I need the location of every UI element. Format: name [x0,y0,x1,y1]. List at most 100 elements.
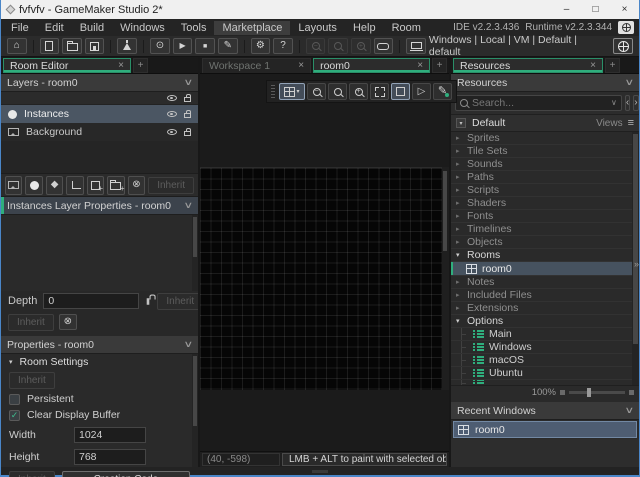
room-settings-row[interactable]: Room Settings [9,356,190,368]
room-zoom-reset-button[interactable] [328,83,347,100]
target-config-text[interactable]: Windows | Local | VM | Default | default [429,34,608,58]
depth-input[interactable] [43,293,139,309]
layer-row-background[interactable]: Background [1,123,198,141]
target-button[interactable] [613,38,633,54]
close-icon[interactable] [118,61,124,71]
tab-resources[interactable]: Resources [453,58,603,73]
save-project-button[interactable] [85,38,105,54]
dock-grab-handle[interactable] [312,470,328,473]
persistent-checkbox[interactable] [9,394,20,405]
recent-window-room0[interactable]: room0 [453,421,637,438]
add-tab-button[interactable] [133,58,148,73]
settings-button[interactable] [251,38,271,54]
lock-icon[interactable] [184,97,191,102]
gamepad-button[interactable] [374,38,394,54]
tree-item-timelines[interactable]: Timelines [451,223,639,236]
delete-layer-button[interactable] [128,176,145,195]
search-input[interactable] [472,97,607,109]
tree-item-sounds[interactable]: Sounds [451,158,639,171]
resource-root-row[interactable]: ▾ Default Views [451,115,639,132]
menu-tools[interactable]: Tools [173,21,215,35]
room-zoom-out-button[interactable]: − [307,83,326,100]
layer-row-instances[interactable]: Instances [1,105,198,123]
room-zoom-in-button[interactable]: + [349,83,368,100]
run-button[interactable] [173,38,193,54]
close-icon[interactable] [417,61,423,71]
maximize-button[interactable]: □ [581,0,610,19]
height-input[interactable] [74,449,146,465]
menu-build[interactable]: Build [72,21,112,35]
menu-help[interactable]: Help [345,21,384,35]
lock-icon[interactable] [147,298,150,305]
grid-settings-button[interactable] [279,83,305,100]
instances-layer-properties-header[interactable]: Instances Layer Properties - room0 [1,197,198,215]
scrollbar[interactable] [192,215,198,291]
debug-button[interactable] [150,38,170,54]
collapse-all-icon[interactable]: ▾ [456,118,466,128]
drag-handle[interactable] [271,85,275,99]
clear-display-buffer-checkbox[interactable] [9,410,20,421]
tree-item-options-ubuntu[interactable]: Ubuntu [451,367,639,380]
add-tab-button[interactable] [605,58,620,73]
menu-windows[interactable]: Windows [112,21,173,35]
stop-button[interactable] [195,38,215,54]
device-manager-button[interactable] [406,38,426,54]
creation-code-button[interactable]: Creation Code [62,471,190,477]
tree-item-scripts[interactable]: Scripts [451,184,639,197]
tab-room0[interactable]: room0 [313,58,430,73]
clear-inheritance-button[interactable] [59,314,77,330]
panel-collapse-icon[interactable] [634,260,639,269]
menu-room[interactable]: Room [384,21,429,35]
canvas-scrollbar[interactable] [442,167,449,390]
lock-icon[interactable] [184,131,191,136]
visibility-icon[interactable] [167,95,177,101]
width-input[interactable] [74,427,146,443]
help-button[interactable] [273,38,293,54]
add-asset-layer-button[interactable] [46,176,63,195]
menu-layouts[interactable]: Layouts [290,21,345,35]
close-icon[interactable] [590,61,596,71]
tree-item-options-main[interactable]: Main [451,328,639,341]
tree-item-tilesets[interactable]: Tile Sets [451,145,639,158]
add-tile-layer-button[interactable] [66,176,83,195]
tree-item-options-windows[interactable]: Windows [451,341,639,354]
tree-item-notes[interactable]: Notes [451,276,639,289]
layers-header[interactable]: Layers - room0 [1,74,198,92]
lock-icon[interactable] [184,113,191,118]
clean-button[interactable] [218,38,238,54]
slider-thumb[interactable] [587,388,591,397]
search-next-button[interactable] [633,95,638,111]
close-button[interactable]: × [610,0,639,19]
menu-edit[interactable]: Edit [37,21,72,35]
new-project-button[interactable] [40,38,60,54]
tab-workspace-1[interactable]: Workspace 1 [202,58,311,73]
search-prev-button[interactable] [625,95,630,111]
add-layer-button[interactable] [87,176,104,195]
room-grid[interactable] [200,167,442,390]
tree-item-room0[interactable]: room0 [451,262,639,276]
home-button[interactable] [7,38,27,54]
minimize-button[interactable]: – [552,0,581,19]
tree-item-sprites[interactable]: Sprites [451,132,639,145]
tree-item-paths[interactable]: Paths [451,171,639,184]
open-project-button[interactable] [62,38,82,54]
menu-marketplace[interactable]: Marketplace [214,21,290,35]
fit-to-screen-button[interactable] [370,83,389,100]
tree-item-rooms[interactable]: Rooms [451,249,639,262]
add-layer-folder-button[interactable] [107,176,124,195]
tree-item-shaders[interactable]: Shaders [451,197,639,210]
add-tab-button[interactable] [432,58,447,73]
search-box[interactable] [455,95,622,111]
tree-item-extensions[interactable]: Extensions [451,302,639,315]
menu-icon[interactable] [628,118,634,129]
create-executable-button[interactable] [117,38,137,54]
preview-button[interactable] [412,83,431,100]
tree-item-options[interactable]: Options [451,315,639,328]
target-manager-icon[interactable] [618,21,634,34]
visibility-icon[interactable] [167,129,177,135]
paint-mode-button[interactable] [433,83,452,100]
tree-item-objects[interactable]: Objects [451,236,639,249]
views-label[interactable]: Views [596,118,623,129]
tree-item-options-macos[interactable]: macOS [451,354,639,367]
zoom-slider[interactable] [569,391,625,394]
